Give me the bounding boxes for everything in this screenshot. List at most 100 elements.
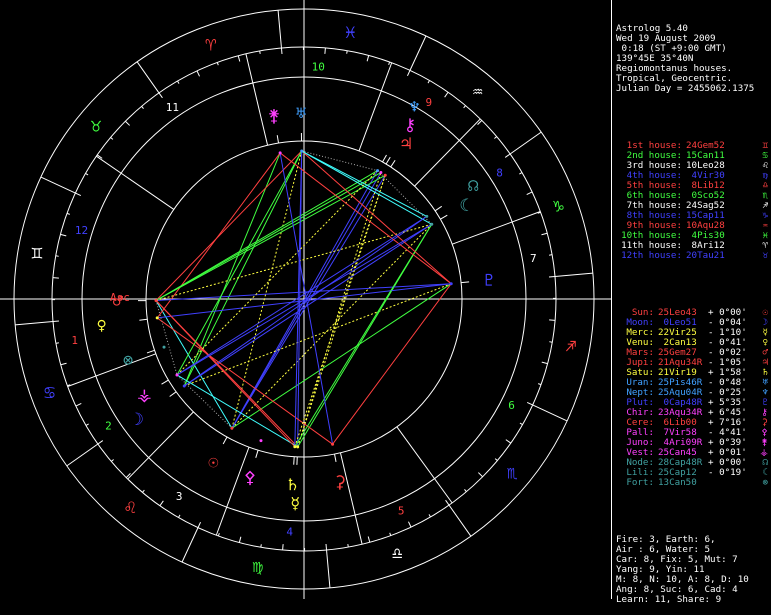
planet-icon: ⊗ (123, 350, 133, 370)
body-point (155, 299, 158, 302)
house-cusp (68, 354, 156, 387)
body-point (450, 282, 453, 285)
sign-divider (278, 10, 281, 48)
degree-tick (549, 320, 555, 321)
sign-divider (67, 444, 98, 466)
aspect-line (232, 151, 302, 428)
aspect-line (157, 153, 280, 318)
header-line: Julian Day = 2455062.1375 (616, 84, 770, 94)
sign-divider (555, 273, 593, 276)
degree-tick (390, 533, 391, 536)
planet-name: Fort: (616, 478, 654, 488)
sign-divider (41, 177, 75, 193)
aspect-line (156, 224, 432, 300)
body-point (430, 223, 433, 226)
degree-tick (506, 440, 511, 443)
degree-tick (549, 342, 552, 343)
planet-icon: ♄ (287, 476, 297, 496)
degree-tick (464, 106, 466, 108)
planet-icon: ☉ (208, 452, 218, 472)
house-cusp (246, 54, 268, 145)
degree-tick (86, 424, 89, 426)
house-number: 10 (312, 60, 325, 73)
degree-tick (347, 51, 348, 54)
house-number: 12 (75, 224, 88, 237)
degree-tick (326, 544, 327, 550)
degree-tick (527, 402, 532, 405)
planet-speed: - 0°19' (708, 467, 747, 478)
degree-tick (538, 384, 541, 385)
aspect-line (184, 151, 301, 386)
sign-divider (510, 132, 541, 154)
degree-tick (281, 48, 282, 54)
body-marker (383, 155, 387, 162)
degree-tick (494, 137, 496, 139)
degree-tick (541, 233, 547, 235)
planet-icon: ⚳ (334, 473, 346, 493)
degree-tick (495, 459, 497, 461)
house-cusp (359, 63, 392, 151)
body-point (384, 174, 387, 177)
degree-tick (98, 441, 103, 444)
sign-divider (410, 36, 426, 70)
degree-tick (445, 92, 448, 97)
body-point (279, 151, 282, 154)
degree-tick (75, 193, 80, 196)
degree-tick (367, 55, 369, 61)
zodiac-sign-icon: ♈ (205, 35, 216, 56)
zodiac-sign-icon: ♐ (566, 335, 577, 356)
body-point (331, 443, 334, 446)
planet-icon: ☽ (134, 410, 144, 430)
house-row: 12th house:20Tau21♉ (616, 251, 770, 261)
degree-tick (505, 154, 510, 157)
degree-tick (53, 278, 59, 279)
body-point (293, 445, 296, 448)
sign-icon: ♉ (762, 251, 768, 261)
body-marker (391, 160, 395, 167)
house-label: 12th house: (616, 251, 682, 261)
degree-tick (238, 56, 240, 62)
house-number: 3 (176, 490, 183, 503)
degree-tick (520, 423, 523, 424)
degree-tick (407, 70, 410, 75)
body-marker (435, 206, 442, 210)
degree-tick (408, 522, 411, 527)
body-marker (461, 282, 469, 283)
house-list: 1st house:24Gem52♊2nd house:15Can11♋3rd … (616, 141, 770, 261)
planet-list: Sun:25Leo43+ 0°00'☉Moon: 0Leo51- 0°04'☽M… (616, 308, 770, 488)
planet-icon: ⚶ (137, 385, 151, 405)
degree-tick (283, 544, 284, 550)
degree-tick (142, 490, 144, 492)
zodiac-sign-icon: ♏ (507, 463, 518, 484)
zodiac-sign-icon: ♊ (32, 243, 43, 264)
zodiac-sign-icon: ♌ (125, 497, 136, 518)
house-number: 1 (71, 334, 78, 347)
body-marker (256, 450, 258, 458)
planet-icon: ⚵ (268, 106, 280, 126)
degree-tick (527, 192, 532, 195)
degree-tick (76, 403, 81, 406)
body-marker (277, 135, 278, 143)
panel-divider (611, 0, 612, 599)
element-stats: Fire: 3, Earth: 6,Air : 6, Water: 5Car: … (616, 535, 770, 605)
aspect-line (232, 224, 432, 428)
zodiac-sign-icon: ♉ (91, 115, 102, 136)
degree-tick (85, 173, 88, 174)
house-number: 8 (496, 166, 503, 179)
sign-divider (533, 405, 567, 421)
degree-tick (325, 48, 326, 54)
planet-icon: ⚴ (244, 468, 256, 488)
planet-icon: ⚷ (404, 116, 416, 136)
sign-divider (137, 62, 159, 93)
body-point (300, 150, 303, 153)
body-marker (170, 392, 176, 397)
degree-tick (478, 473, 482, 477)
planet-icon: ☊ (468, 176, 479, 196)
degree-tick (60, 234, 66, 236)
degree-tick (61, 363, 67, 365)
degree-tick (549, 255, 552, 256)
stats-line: Learn: 11, Share: 9 (616, 595, 770, 605)
degree-tick (239, 537, 241, 543)
planet-position: 13Can50 (658, 478, 708, 488)
degree-tick (53, 321, 59, 322)
